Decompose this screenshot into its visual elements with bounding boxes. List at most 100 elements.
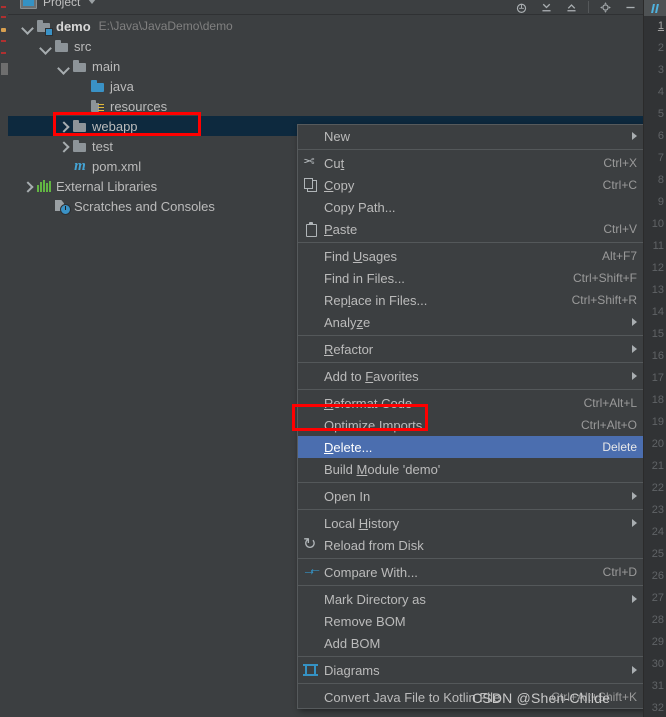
context-menu[interactable]: New Cut Ctrl+X Copy Ctrl+C Copy Path... Paste C… [297, 124, 646, 709]
menu-item-label: Paste [324, 221, 358, 237]
gutter-line-number: 19 [651, 416, 664, 428]
menu-item-label: Remove BOM [324, 613, 406, 629]
menu-item-icon-slot [298, 512, 324, 534]
menu-item[interactable]: Find Usages Alt+F7 [298, 245, 645, 267]
menu-item[interactable]: Replace in Files... Ctrl+Shift+R [298, 289, 645, 311]
menu-item[interactable]: Open In [298, 485, 645, 507]
menu-item[interactable]: Add to Favorites [298, 365, 645, 387]
folder-grey-icon [72, 119, 88, 133]
menu-item-label: Reload from Disk [324, 537, 424, 553]
settings-gear-icon[interactable] [593, 0, 618, 14]
menu-item[interactable]: Optimize Imports Ctrl+Alt+O [298, 414, 645, 436]
gutter-line-number: 30 [651, 658, 664, 670]
libraries-icon [36, 179, 52, 193]
menu-item[interactable]: Paste Ctrl+V [298, 218, 645, 240]
menu-item-label: Reformat Code [324, 395, 413, 411]
gutter-line-number: 10 [651, 218, 664, 230]
menu-item-label: Compare With... [324, 564, 418, 580]
copy-icon [298, 174, 324, 196]
editor-tab-stripe[interactable] [644, 0, 666, 16]
menu-item[interactable]: Build Module 'demo' [298, 458, 645, 480]
strip-mark [1, 6, 6, 8]
gutter-line-number: 24 [651, 526, 664, 538]
chevron-down-icon[interactable] [22, 21, 33, 32]
menu-item-shortcut: Ctrl+Shift+F [572, 271, 637, 285]
menu-item-icon-slot [298, 485, 324, 507]
chevron-right-icon[interactable] [58, 141, 69, 152]
menu-item[interactable]: Refactor [298, 338, 645, 360]
menu-item[interactable]: New [298, 125, 645, 147]
locate-icon[interactable] [509, 0, 534, 14]
tree-node-label: java [110, 78, 134, 94]
gutter-line-number: 8 [657, 174, 664, 186]
menu-item-shortcut: Ctrl+Shift+R [571, 293, 637, 307]
tree-row[interactable]: src [8, 36, 643, 56]
menu-item[interactable]: Find in Files... Ctrl+Shift+F [298, 267, 645, 289]
watermark-text: CSDN @Shen-Childe [472, 690, 611, 706]
menu-item[interactable]: Remove BOM [298, 610, 645, 632]
gutter-line-number: 28 [651, 614, 664, 626]
menu-item-label: Local History [324, 515, 400, 531]
gutter-line-number: 7 [657, 152, 664, 164]
tree-node-label: resources [110, 98, 168, 114]
gutter-line-number: 25 [651, 548, 664, 560]
menu-item[interactable]: Compare With... Ctrl+D [298, 560, 645, 583]
menu-item-icon-slot [298, 632, 324, 654]
cut-icon [298, 152, 324, 174]
gutter-line-number: 14 [651, 306, 664, 318]
tree-node-label: test [92, 138, 113, 154]
menu-item[interactable]: Copy Path... [298, 196, 645, 218]
gutter-line-number: 6 [657, 130, 664, 142]
chevron-down-icon[interactable] [58, 61, 69, 72]
menu-item[interactable]: Copy Ctrl+C [298, 174, 645, 196]
menu-item[interactable]: Diagrams [298, 659, 645, 681]
menu-item[interactable]: Cut Ctrl+X [298, 152, 645, 174]
gutter-line-number: 21 [651, 460, 664, 472]
menu-item[interactable]: Local History [298, 512, 645, 534]
submenu-arrow-icon [632, 372, 637, 380]
expand-all-icon[interactable] [559, 0, 584, 14]
menu-separator [298, 335, 645, 336]
tree-row[interactable]: main [8, 56, 643, 76]
menu-item[interactable]: Reload from Disk [298, 534, 645, 556]
gutter-line-number: 23 [651, 504, 664, 516]
tree-row[interactable]: demo E:\Java\JavaDemo\demo [8, 16, 643, 36]
gutter-line-number: 32 [651, 702, 664, 714]
menu-item[interactable]: Reformat Code Ctrl+Alt+L [298, 392, 645, 414]
tree-row[interactable]: resources [8, 96, 643, 116]
gutter-line-number: 31 [651, 680, 664, 692]
menu-item-icon-slot [298, 125, 324, 147]
menu-item[interactable]: Add BOM [298, 632, 645, 654]
menu-item-shortcut: Ctrl+Alt+L [583, 396, 637, 410]
menu-separator [298, 389, 645, 390]
menu-separator [298, 482, 645, 483]
menu-item-icon-slot [298, 686, 324, 708]
chevron-right-icon[interactable] [22, 181, 33, 192]
menu-item[interactable]: Delete... Delete [298, 436, 645, 458]
menu-item-label: Refactor [324, 341, 374, 357]
menu-item-shortcut: Ctrl+V [603, 222, 637, 236]
submenu-arrow-icon [632, 318, 637, 326]
tree-node-label: src [74, 38, 92, 54]
menu-separator [298, 585, 645, 586]
collapse-all-icon[interactable] [534, 0, 559, 14]
hide-panel-icon[interactable] [618, 0, 643, 14]
gutter-line-number: 9 [657, 196, 664, 208]
tree-row[interactable]: java [8, 76, 643, 96]
gutter-line-number: 3 [657, 64, 664, 76]
menu-separator [298, 149, 645, 150]
menu-item-label: Delete... [324, 439, 373, 455]
chevron-down-icon[interactable] [40, 41, 51, 52]
chevron-down-icon[interactable] [88, 0, 97, 4]
submenu-arrow-icon [632, 666, 637, 674]
ide-window: Project demo E:\Java\JavaDemo\demo src m… [0, 0, 666, 717]
chevron-right-icon[interactable] [58, 121, 69, 132]
tree-node-label: External Libraries [56, 178, 158, 194]
menu-item[interactable]: Analyze [298, 311, 645, 333]
gutter-line-number: 12 [651, 262, 664, 274]
reload-icon [298, 534, 324, 556]
menu-item[interactable]: Mark Directory as [298, 588, 645, 610]
menu-item-label: Copy [324, 177, 355, 193]
